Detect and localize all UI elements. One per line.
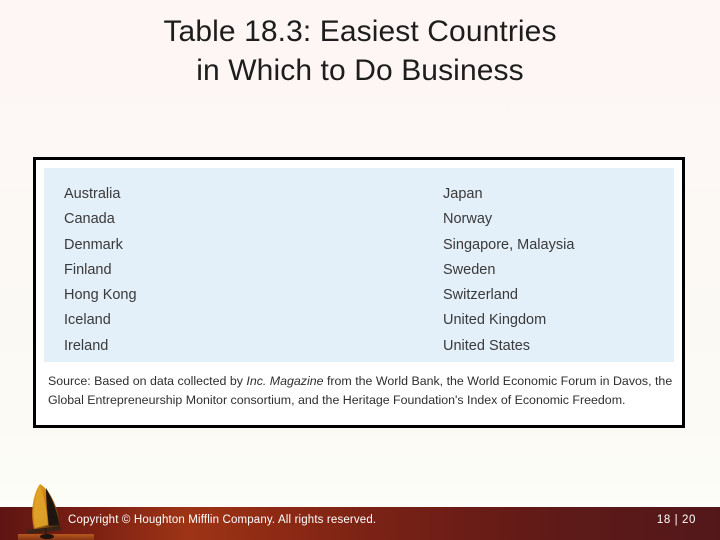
footer-copyright: Copyright © Houghton Mifflin Company. Al…	[68, 514, 377, 526]
table-row: Sweden	[443, 261, 496, 278]
table-row: Finland	[64, 261, 112, 278]
table-row: United States	[443, 337, 531, 354]
table-row: Canada	[64, 211, 115, 228]
table-row: Hong Kong	[64, 287, 137, 304]
table-row: Singapore, Malaysia	[443, 236, 575, 253]
table-row: Norway	[443, 211, 493, 228]
table-row: Australia	[64, 186, 121, 202]
table-row: Ireland	[64, 337, 109, 354]
table-row: Iceland	[64, 312, 111, 329]
page-title: Table 18.3: Easiest Countries in Which t…	[58, 12, 662, 90]
source-note-publication: Inc. Magazine	[246, 374, 324, 388]
table-row: United Kingdom	[443, 312, 547, 329]
page-title-line-2: in Which to Do Business	[196, 54, 524, 87]
footer-page-number: 18 | 20	[656, 514, 696, 526]
table-body-panel: Australia Canada Denmark Finland Hong Ko…	[44, 168, 674, 362]
source-note: Source: Based on data collected by Inc. …	[48, 372, 674, 410]
table-figure: Australia Canada Denmark Finland Hong Ko…	[33, 157, 685, 428]
table-column-right: Japan Norway Singapore, Malaysia Sweden …	[443, 182, 574, 359]
table-row: Denmark	[64, 236, 123, 253]
table-row: Switzerland	[443, 287, 518, 304]
page-title-line-1: Table 18.3: Easiest Countries	[163, 15, 557, 48]
source-note-prefix: Source: Based on data collected by	[48, 374, 247, 388]
table-row: Japan	[443, 186, 483, 202]
footer-bar: Copyright © Houghton Mifflin Company. Al…	[0, 507, 720, 540]
slide-canvas: Table 18.3: Easiest Countries in Which t…	[0, 0, 720, 540]
table-column-left: Australia Canada Denmark Finland Hong Ko…	[64, 182, 137, 359]
